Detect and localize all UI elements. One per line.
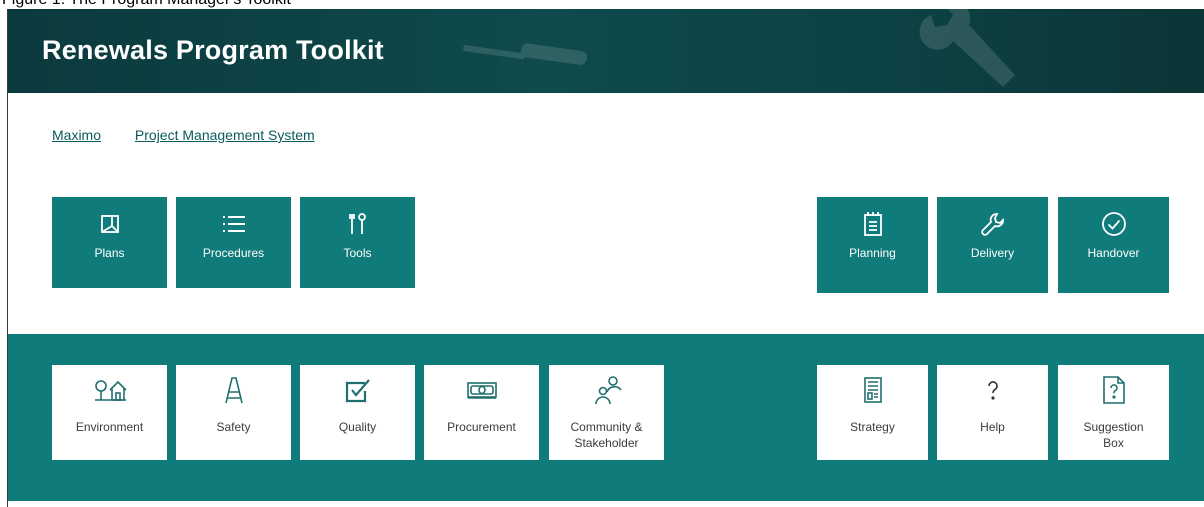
tile-quality[interactable]: Quality xyxy=(300,365,415,460)
ladder-icon xyxy=(223,375,245,405)
tile-label: Delivery xyxy=(970,246,1015,260)
tile-help[interactable]: Help xyxy=(937,365,1048,460)
tile-label: Safety xyxy=(216,420,251,434)
tile-suggestion-box[interactable]: Suggestion Box xyxy=(1058,365,1169,460)
notepad-icon xyxy=(863,211,883,237)
tile-label: Plans xyxy=(94,246,125,260)
tree-house-icon xyxy=(93,375,127,405)
tile-label: Strategy xyxy=(850,420,895,434)
tile-handover[interactable]: Handover xyxy=(1058,197,1169,293)
tile-plans[interactable]: Plans xyxy=(52,197,167,288)
tile-label: Suggestion Box xyxy=(1083,420,1144,450)
document-report-icon xyxy=(863,375,883,405)
screwdriver-icon xyxy=(463,43,587,65)
tile-safety[interactable]: Safety xyxy=(176,365,291,460)
tile-label: Tools xyxy=(343,246,372,260)
tile-label: Procurement xyxy=(447,420,516,434)
page-title: Renewals Program Toolkit xyxy=(42,35,384,65)
tile-procedures[interactable]: Procedures xyxy=(176,197,291,288)
people-icon xyxy=(592,375,622,405)
tile-label: Handover xyxy=(1087,246,1140,260)
link-project-management-system[interactable]: Project Management System xyxy=(135,127,315,143)
tile-label: Quality xyxy=(338,420,377,434)
tile-tools[interactable]: Tools xyxy=(300,197,415,288)
tile-label: Community & Stakeholder xyxy=(570,420,643,450)
wrench-icon xyxy=(919,9,1015,87)
tile-environment[interactable]: Environment xyxy=(52,365,167,460)
tile-planning[interactable]: Planning xyxy=(817,197,928,293)
question-icon xyxy=(983,375,1003,405)
checkmark-circle-icon xyxy=(1101,211,1127,237)
figure-caption: Figure 1: The Program Manager's Toolkit xyxy=(2,0,291,9)
tile-strategy[interactable]: Strategy xyxy=(817,365,928,460)
tile-procurement[interactable]: Procurement xyxy=(424,365,539,460)
tile-label: Environment xyxy=(75,420,144,434)
wrench-icon xyxy=(980,211,1006,237)
money-icon xyxy=(466,375,498,405)
document-corner-icon xyxy=(99,211,121,237)
question-document-icon xyxy=(1102,375,1126,405)
quick-links: Maximo Project Management System xyxy=(52,127,345,143)
tile-label: Help xyxy=(980,420,1005,434)
checkbox-icon xyxy=(345,375,371,405)
tile-community-stakeholder[interactable]: Community & Stakeholder xyxy=(549,365,664,460)
tools-icon xyxy=(348,211,368,237)
tile-delivery[interactable]: Delivery xyxy=(937,197,1048,293)
tile-label: Planning xyxy=(849,246,896,260)
tile-label: Procedures xyxy=(202,246,265,260)
toolkit-page: Renewals Program Toolkit Maximo Project … xyxy=(7,9,1204,507)
list-icon xyxy=(222,211,246,237)
link-maximo[interactable]: Maximo xyxy=(52,127,101,143)
header-banner: Renewals Program Toolkit xyxy=(8,9,1204,93)
